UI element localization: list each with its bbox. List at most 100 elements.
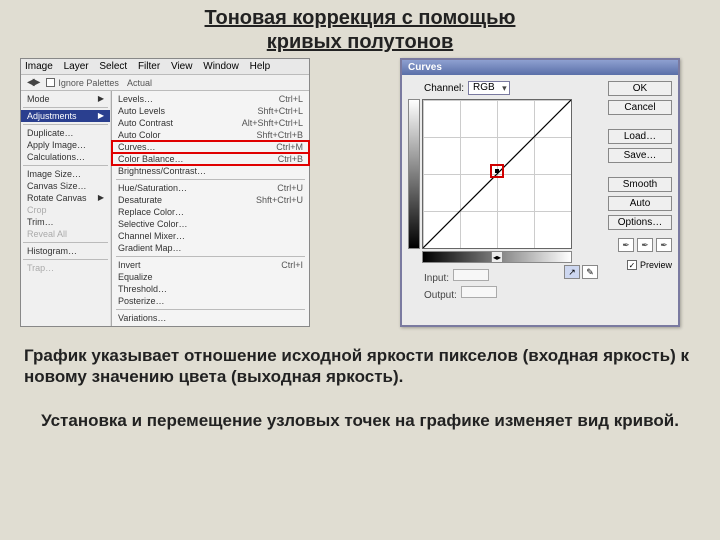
description-paragraph-2: Установка и перемещение узловых точек на…: [0, 400, 720, 431]
submenu-item[interactable]: Hue/Saturation… Ctrl+U: [112, 182, 309, 194]
auto-button[interactable]: Auto: [608, 196, 672, 211]
menu-item-crop: Crop: [21, 204, 110, 216]
submenu-item[interactable]: Channel Mixer…: [112, 230, 309, 242]
submenu-item-label: Auto Levels: [118, 106, 165, 116]
submenu-item-shortcut: Shft+Ctrl+B: [256, 130, 303, 140]
menu-item-trim[interactable]: Trim…: [21, 216, 110, 228]
submenu-item-shortcut: Alt+Shft+Ctrl+L: [242, 118, 303, 128]
image-menu-panel: Image Layer Select Filter View Window He…: [20, 58, 310, 327]
output-value-field[interactable]: [461, 286, 497, 298]
title-line-2: кривых полутонов: [0, 30, 720, 54]
submenu-item[interactable]: Equalize: [112, 271, 309, 283]
submenu-item-shortcut: Shft+Ctrl+U: [256, 195, 303, 205]
options-button[interactable]: Options…: [608, 215, 672, 230]
menu-item-reveal-all: Reveal All: [21, 228, 110, 240]
menu-view[interactable]: View: [171, 61, 193, 72]
submenu-item-label: Color Balance…: [118, 154, 184, 164]
ignore-palettes-checkbox[interactable]: Ignore Palettes: [46, 78, 119, 88]
submenu-item[interactable]: Posterize…: [112, 295, 309, 307]
channel-select[interactable]: RGB: [468, 81, 510, 95]
save-button[interactable]: Save…: [608, 148, 672, 163]
menu-item-rotate-canvas[interactable]: Rotate Canvas: [21, 192, 110, 204]
submenu-item-label: Levels…: [118, 94, 153, 104]
input-gradient: ◂▸: [422, 251, 572, 263]
submenu-item-shortcut: Shft+Ctrl+L: [257, 106, 303, 116]
cancel-button[interactable]: Cancel: [608, 100, 672, 115]
page-heading: Тоновая коррекция с помощью кривых полут…: [0, 0, 720, 54]
title-line-1: Тоновая коррекция с помощью: [0, 6, 720, 30]
menu-item-canvas-size[interactable]: Canvas Size…: [21, 180, 110, 192]
submenu-item-shortcut: Ctrl+U: [277, 183, 303, 193]
description-paragraph-1: График указывает отношение исходной ярко…: [0, 335, 720, 388]
smooth-button[interactable]: Smooth: [608, 177, 672, 192]
load-button[interactable]: Load…: [608, 129, 672, 144]
submenu-item-label: Equalize: [118, 272, 153, 282]
submenu-item[interactable]: Color Balance…Ctrl+B: [112, 153, 309, 165]
menu-item-duplicate[interactable]: Duplicate…: [21, 127, 110, 139]
menu-item-apply-image[interactable]: Apply Image…: [21, 139, 110, 151]
submenu-item[interactable]: Desaturate Shft+Ctrl+U: [112, 194, 309, 206]
submenu-item[interactable]: Threshold…: [112, 283, 309, 295]
eyedropper-white-icon[interactable]: ✒: [656, 238, 672, 252]
submenu-item-label: Auto Contrast: [118, 118, 173, 128]
menu-window[interactable]: Window: [203, 61, 239, 72]
submenu-item[interactable]: Auto Contrast Alt+Shft+Ctrl+L: [112, 117, 309, 129]
submenu-item[interactable]: Replace Color…: [112, 206, 309, 218]
submenu-item-label: Auto Color: [118, 130, 161, 140]
ok-button[interactable]: OK: [608, 81, 672, 96]
submenu-item[interactable]: Levels… Ctrl+L: [112, 93, 309, 105]
eyedropper-black-icon[interactable]: ✒: [618, 238, 634, 252]
menu-item-mode[interactable]: Mode: [21, 93, 110, 105]
options-bar: ◀▶ Ignore Palettes Actual: [21, 75, 309, 91]
menu-item-calculations[interactable]: Calculations…: [21, 151, 110, 163]
submenu-item-label: Curves…: [118, 142, 156, 152]
curves-dialog: Curves Channel: RGB: [400, 58, 680, 327]
output-label: Output:: [424, 290, 457, 301]
curve-graph[interactable]: [422, 99, 572, 249]
midpoint-marker-icon[interactable]: ◂▸: [491, 251, 503, 263]
menu-select[interactable]: Select: [99, 61, 127, 72]
output-gradient: [408, 99, 420, 249]
curve-mode-point-icon[interactable]: ↗: [564, 265, 580, 279]
submenu-item-label: Gradient Map…: [118, 243, 182, 253]
menu-image[interactable]: Image: [25, 61, 53, 72]
channel-label: Channel:: [424, 83, 464, 94]
menu-item-histogram[interactable]: Histogram…: [21, 245, 110, 257]
submenu-item-label: Hue/Saturation…: [118, 183, 187, 193]
submenu-item[interactable]: Variations…: [112, 312, 309, 324]
actual-pixels-button[interactable]: Actual: [127, 78, 152, 88]
submenu-item[interactable]: Auto Color Shft+Ctrl+B: [112, 129, 309, 141]
submenu-item-shortcut: Ctrl+L: [279, 94, 303, 104]
curve-control-point[interactable]: [492, 166, 502, 176]
menu-filter[interactable]: Filter: [138, 61, 160, 72]
submenu-item-label: Desaturate: [118, 195, 162, 205]
submenu-item[interactable]: InvertCtrl+I: [112, 259, 309, 271]
submenu-item[interactable]: Brightness/Contrast…: [112, 165, 309, 177]
submenu-item-label: Brightness/Contrast…: [118, 166, 206, 176]
submenu-item[interactable]: Auto Levels Shft+Ctrl+L: [112, 105, 309, 117]
submenu-item-label: Variations…: [118, 313, 166, 323]
submenu-item[interactable]: Curves… Ctrl+M: [112, 141, 309, 153]
submenu-item[interactable]: Gradient Map…: [112, 242, 309, 254]
submenu-item-label: Posterize…: [118, 296, 165, 306]
eyedropper-gray-icon[interactable]: ✒: [637, 238, 653, 252]
menu-item-adjustments[interactable]: Adjustments: [21, 110, 110, 122]
menu-help[interactable]: Help: [250, 61, 271, 72]
menu-item-image-size[interactable]: Image Size…: [21, 168, 110, 180]
curve-graph-area: ◂▸: [408, 99, 600, 263]
submenu-item-shortcut: Ctrl+M: [276, 142, 303, 152]
history-arrows-icon[interactable]: ◀▶: [27, 77, 38, 88]
submenu-item-label: Invert: [118, 260, 141, 270]
submenu-item[interactable]: Selective Color…: [112, 218, 309, 230]
submenu-item-label: Threshold…: [118, 284, 167, 294]
curve-mode-pencil-icon[interactable]: ✎: [582, 265, 598, 279]
curves-dialog-title: Curves: [402, 60, 678, 75]
preview-label: Preview: [640, 260, 672, 270]
image-menu-dropdown: Mode Adjustments Duplicate… Apply Image……: [21, 91, 111, 326]
submenu-item-label: Selective Color…: [118, 219, 188, 229]
submenu-item-label: Replace Color…: [118, 207, 184, 217]
menu-layer[interactable]: Layer: [64, 61, 89, 72]
submenu-item-label: Channel Mixer…: [118, 231, 185, 241]
preview-checkbox[interactable]: ✓: [627, 260, 637, 270]
input-value-field[interactable]: [453, 269, 489, 281]
